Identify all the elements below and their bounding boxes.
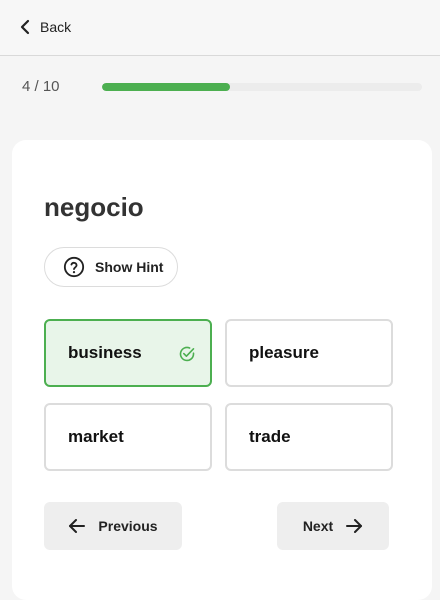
progress-fill: [102, 83, 230, 91]
show-hint-button[interactable]: Show Hint: [44, 247, 178, 287]
option-pleasure[interactable]: pleasure: [225, 319, 393, 387]
previous-button[interactable]: Previous: [44, 502, 182, 550]
progress-label: 4 / 10: [22, 78, 60, 95]
back-label: Back: [40, 19, 72, 35]
next-button[interactable]: Next: [277, 502, 389, 550]
question-circle-icon: [63, 256, 85, 278]
back-button[interactable]: Back: [18, 15, 71, 39]
next-label: Next: [302, 518, 334, 534]
option-business[interactable]: business: [44, 319, 212, 387]
top-bar: Back: [0, 0, 440, 56]
previous-label: Previous: [98, 518, 158, 534]
arrow-right-icon: [346, 519, 363, 533]
progress-row: 4 / 10: [0, 56, 440, 120]
option-trade[interactable]: trade: [225, 403, 393, 471]
check-circle-icon: [179, 346, 195, 362]
show-hint-label: Show Hint: [95, 259, 164, 275]
arrow-left-icon: [69, 519, 86, 533]
option-label: pleasure: [249, 343, 319, 362]
progress-bar: [102, 83, 422, 91]
chevron-left-icon: [20, 19, 30, 35]
question-word: negocio: [44, 192, 144, 222]
option-label: business: [68, 343, 142, 362]
option-market[interactable]: market: [44, 403, 212, 471]
option-label: market: [68, 427, 124, 446]
option-label: trade: [249, 427, 291, 446]
